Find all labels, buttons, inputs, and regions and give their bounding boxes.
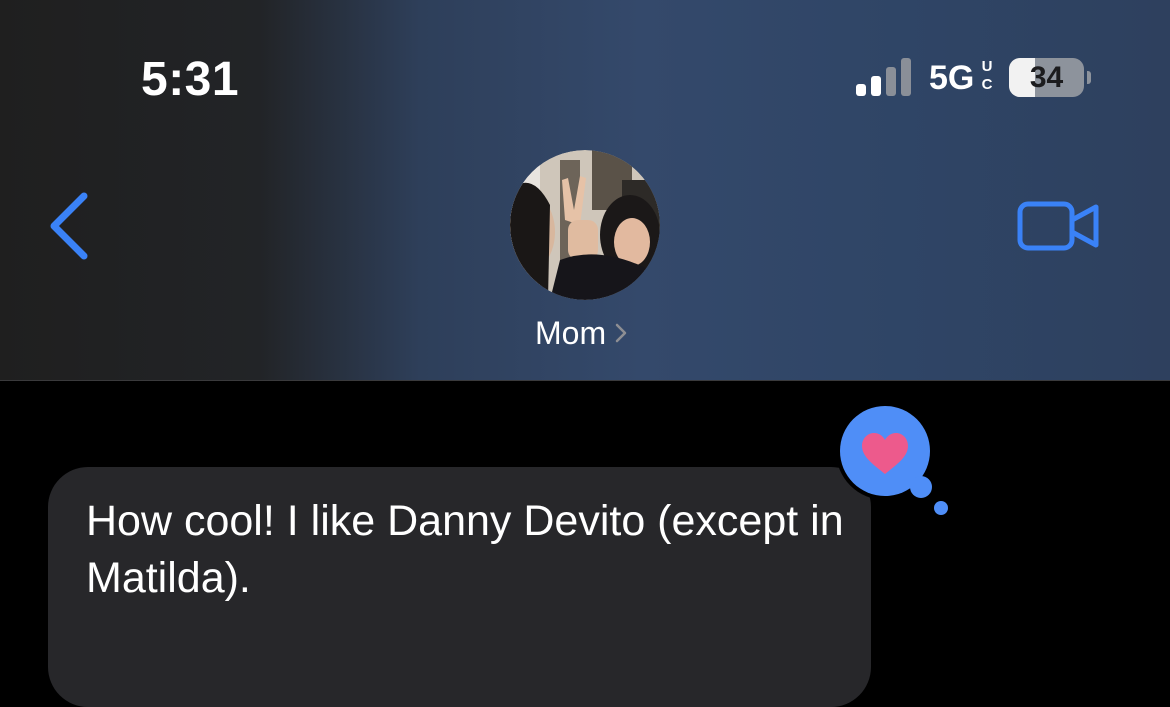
network-type: 5G	[929, 59, 975, 97]
contact-name: Mom	[535, 315, 607, 351]
status-time: 5:31	[141, 53, 240, 106]
cellular-signal-icon	[856, 58, 914, 96]
chevron-right-icon	[615, 323, 627, 343]
conversation-header: 5:31 5G UC 34 Mom	[0, 0, 1170, 381]
back-chevron-icon[interactable]	[40, 190, 100, 262]
network-suffix: UC	[981, 58, 993, 93]
contact-avatar[interactable]	[510, 150, 660, 300]
battery-icon: 34	[1009, 58, 1084, 97]
message-text: How cool! I like Danny Devito (except in…	[86, 497, 844, 602]
video-camera-icon[interactable]	[1012, 196, 1102, 256]
heart-tapback-icon[interactable]	[830, 398, 955, 523]
contact-name-button[interactable]: Mom	[535, 310, 628, 356]
battery-tip	[1087, 71, 1091, 84]
battery-percent: 34	[1029, 61, 1064, 94]
